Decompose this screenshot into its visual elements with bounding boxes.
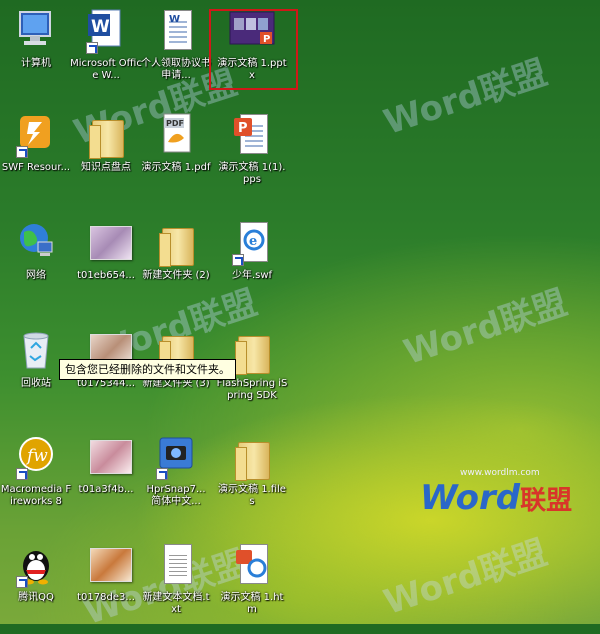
watermark-logo: Word联盟 <box>379 52 552 143</box>
desktop-icon-folder-2[interactable]: 新建文件夹 (2) <box>140 220 212 310</box>
icon-label: 新建文件夹 (2) <box>142 270 210 281</box>
icon-label: SWF Resour... <box>1 162 71 173</box>
swf-file-icon: e <box>232 220 272 266</box>
shortcut-arrow-icon <box>16 576 28 588</box>
desktop-icon-agreement-doc[interactable]: W 个人领取协议书申请... <box>140 8 212 98</box>
document-icon: W <box>156 8 196 54</box>
fireworks-icon: fw <box>16 434 56 480</box>
qq-icon <box>16 542 56 588</box>
svg-text:W: W <box>91 17 110 37</box>
watermark-brand: Word <box>420 478 521 518</box>
folder-icon <box>86 112 126 159</box>
desktop-icon-computer[interactable]: 计算机 <box>0 8 72 98</box>
icon-label: t01a3f4b... <box>78 484 134 495</box>
icon-label: t01eb654... <box>77 270 135 281</box>
folder-icon <box>156 220 196 267</box>
desktop-icon-pdf[interactable]: PDF 演示文稿 1.pdf <box>140 112 212 202</box>
watermark-brand-cn: 联盟 <box>520 486 573 516</box>
network-icon <box>16 220 56 266</box>
desktop-icon-folder-files[interactable]: 演示文稿 1.files <box>216 434 288 524</box>
shortcut-arrow-icon <box>16 146 28 158</box>
icon-label: t0178de3... <box>77 592 135 603</box>
icon-label: 少年.swf <box>231 270 273 281</box>
desktop-icon-image-t0178de3[interactable]: t0178de3... <box>70 542 142 632</box>
svg-text:e: e <box>249 234 257 249</box>
icon-label: 演示文稿 1.pdf <box>141 162 211 173</box>
recycle-bin-tooltip: 包含您已经删除的文件和文件夹。 <box>59 359 236 380</box>
desktop-icon-image-t01a3f4b[interactable]: t01a3f4b... <box>70 434 142 524</box>
image-thumbnail-icon <box>86 220 132 266</box>
svg-text:P: P <box>238 121 248 136</box>
folder-icon <box>232 328 272 375</box>
desktop-icon-qq[interactable]: 腾讯QQ <box>0 542 72 632</box>
icon-label: 知识点盘点 <box>81 162 131 173</box>
desktop-icon-hypersnap[interactable]: HprSnap7... 简体中文... <box>140 434 212 524</box>
icon-label: 个人领取协议书申请... <box>141 58 211 81</box>
desktop-icon-network[interactable]: 网络 <box>0 220 72 310</box>
html-file-icon <box>232 542 272 588</box>
icon-label: 腾讯QQ <box>18 592 54 603</box>
icon-label: 新建文本文档.txt <box>142 592 210 615</box>
desktop-icon-text-file[interactable]: 新建文本文档.txt <box>140 542 212 632</box>
recycle-bin-icon <box>16 328 56 374</box>
swf-resource-icon <box>16 112 56 158</box>
selection-highlight <box>209 9 298 90</box>
icon-label: 网络 <box>26 270 46 281</box>
icon-label: 演示文稿 1.htm <box>220 592 284 615</box>
pdf-icon: PDF <box>156 112 196 158</box>
shortcut-arrow-icon <box>232 254 244 266</box>
icon-label: 演示文稿 1.files <box>218 484 286 507</box>
desktop-icon-fireworks[interactable]: fw Macromedia Fireworks 8 <box>0 434 72 524</box>
watermark-site: www.wordlm.com <box>460 468 540 478</box>
shortcut-arrow-icon <box>86 42 98 54</box>
icon-label: Microsoft Office W... <box>70 58 142 81</box>
shortcut-arrow-icon <box>16 468 28 480</box>
desktop-icon-htm[interactable]: 演示文稿 1.htm <box>216 542 288 632</box>
image-thumbnail-icon <box>86 434 132 480</box>
svg-text:fw: fw <box>25 446 48 466</box>
text-file-icon <box>156 542 196 588</box>
icon-label: 演示文稿 1(1).pps <box>218 162 286 185</box>
icon-label: HprSnap7... 简体中文... <box>146 484 206 507</box>
watermark-logo: www.wordlm.com Word联盟 <box>420 468 573 518</box>
icon-label: Macromedia Fireworks 8 <box>0 484 72 507</box>
svg-text:W: W <box>169 14 180 25</box>
icon-label: 计算机 <box>21 58 51 69</box>
image-thumbnail-icon <box>86 542 132 588</box>
desktop-icon-image-t01eb654[interactable]: t01eb654... <box>70 220 142 310</box>
shortcut-arrow-icon <box>156 468 168 480</box>
word-icon: W <box>86 8 126 54</box>
desktop-icon-word[interactable]: W Microsoft Office W... <box>70 8 142 98</box>
svg-text:PDF: PDF <box>166 119 184 128</box>
watermark-logo: Word联盟 <box>379 532 552 623</box>
desktop-icon-folder-knowledge[interactable]: 知识点盘点 <box>70 112 142 202</box>
computer-icon <box>16 8 56 54</box>
desktop: Word联盟 Word联盟 Word联盟 Word联盟 Word联盟 Word联… <box>0 0 600 633</box>
desktop-icon-swf-file[interactable]: e 少年.swf <box>216 220 288 310</box>
pps-icon: P <box>232 112 272 158</box>
folder-icon <box>232 434 272 481</box>
desktop-icon-pps[interactable]: P 演示文稿 1(1).pps <box>216 112 288 202</box>
icon-label: FlashSpring iSpring SDK <box>216 378 288 401</box>
hypersnap-icon <box>156 434 196 480</box>
watermark-logo: Word联盟 <box>399 282 572 373</box>
desktop-icon-swf-resource[interactable]: SWF Resour... <box>0 112 72 202</box>
